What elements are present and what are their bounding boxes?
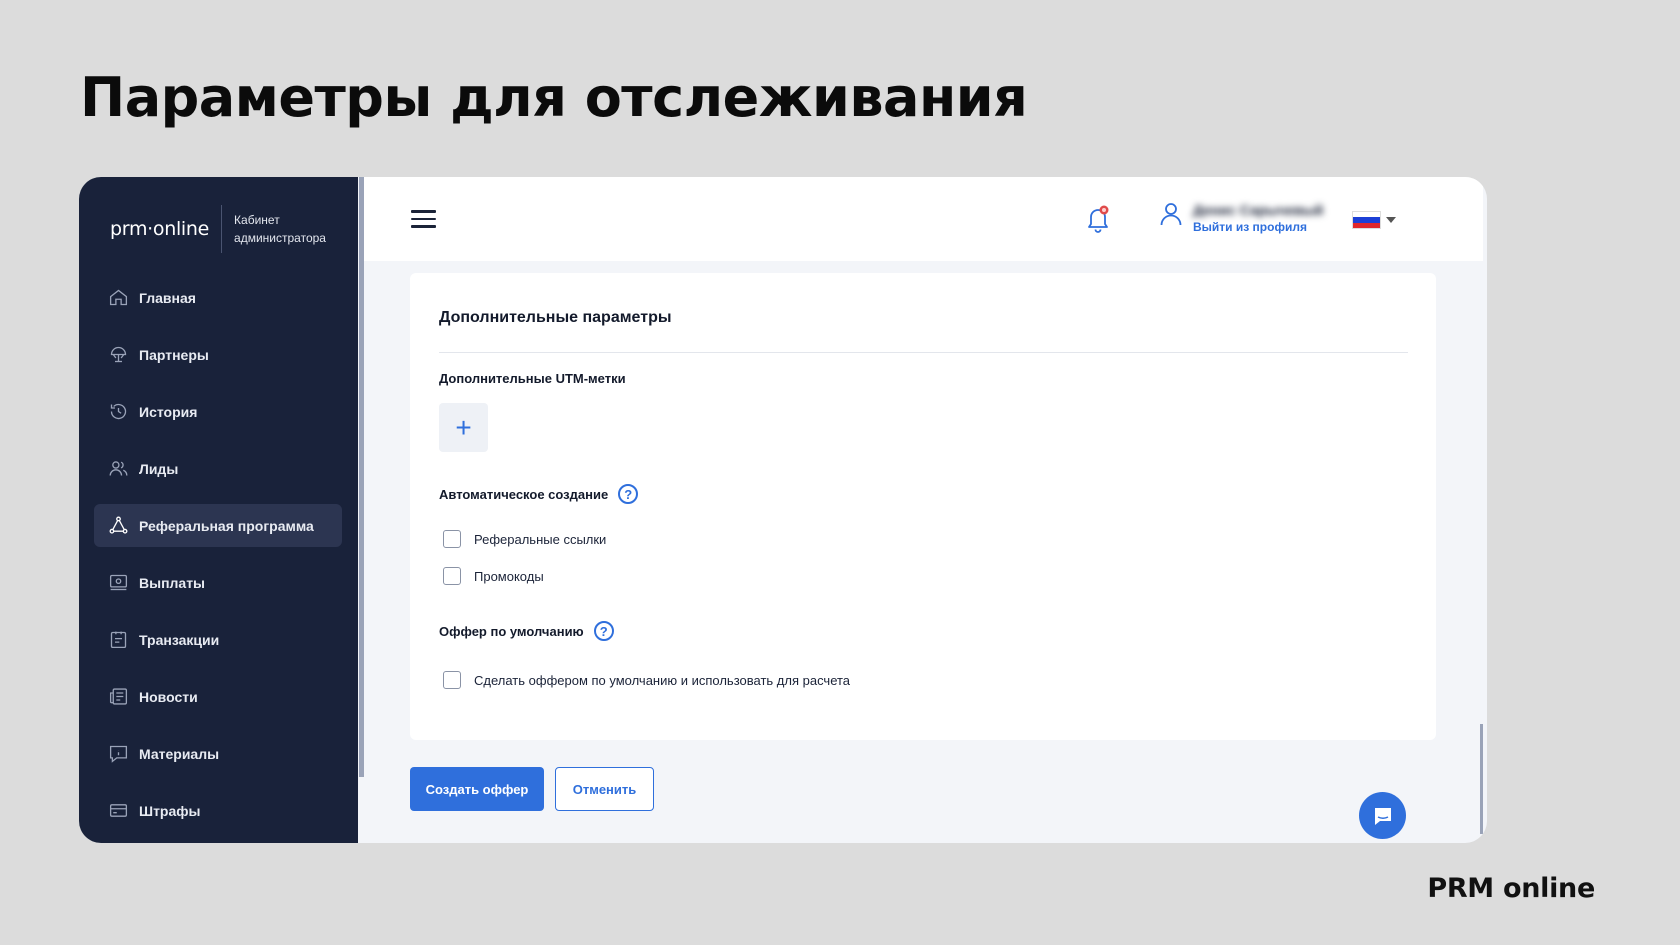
additional-params-card: Дополнительные параметры Дополнительные … xyxy=(410,273,1436,740)
sidebar-item-partners[interactable]: Партнеры xyxy=(94,333,342,376)
sidebar-item-label: Выплаты xyxy=(139,574,206,591)
partners-icon xyxy=(107,344,129,366)
divider xyxy=(439,352,1408,353)
chevron-down-icon xyxy=(1386,217,1396,223)
sidebar-item-leads[interactable]: Лиды xyxy=(94,447,342,490)
auto-create-label-text: Автоматическое создание xyxy=(439,486,609,502)
utm-label: Дополнительные UTM-метки xyxy=(439,371,626,386)
main-content: Денис Сарычевый Выйти из профиля Дополни… xyxy=(358,177,1487,843)
sidebar-item-home[interactable]: Главная xyxy=(94,276,342,319)
checkbox-promocodes[interactable]: Промокоды xyxy=(443,567,544,585)
sidebar-item-label: Партнеры xyxy=(139,346,209,363)
create-offer-button[interactable]: Создать оффер xyxy=(410,767,544,811)
chat-button[interactable] xyxy=(1359,792,1406,839)
logo-subtitle: Кабинет администратора xyxy=(234,213,326,245)
utm-label-text: Дополнительные UTM-метки xyxy=(439,371,626,386)
cancel-button[interactable]: Отменить xyxy=(555,767,654,811)
menu-icon[interactable] xyxy=(411,210,436,228)
checkbox-label: Реферальные ссылки xyxy=(474,531,607,547)
user-icon xyxy=(1159,201,1183,232)
auto-create-label: Автоматическое создание ? xyxy=(439,484,639,504)
plus-icon: + xyxy=(455,411,472,443)
sidebar-item-label: Новости xyxy=(139,688,198,705)
sidebar-item-referral[interactable]: Реферальная программа xyxy=(94,504,342,547)
checkbox-referral-links[interactable]: Реферальные ссылки xyxy=(443,530,606,548)
help-icon[interactable]: ? xyxy=(593,621,614,641)
russia-flag-icon xyxy=(1352,211,1381,229)
sidebar-item-payouts[interactable]: Выплаты xyxy=(94,561,342,604)
users-icon xyxy=(107,458,129,480)
home-icon xyxy=(107,287,129,309)
sidebar-nav: Главная Партнеры История Лиды Реферальна… xyxy=(94,276,342,843)
sidebar-item-news[interactable]: Новости xyxy=(94,675,342,718)
sidebar-item-label: История xyxy=(139,403,198,420)
logo-text: prm·online xyxy=(110,205,223,253)
checkbox[interactable] xyxy=(443,567,461,585)
transactions-icon xyxy=(107,629,129,651)
sidebar-item-label: Штрафы xyxy=(139,802,201,819)
materials-icon xyxy=(107,743,129,765)
sidebar-logo[interactable]: prm·online Кабинет администратора xyxy=(110,205,344,253)
slide-title: Параметры для отслеживания xyxy=(80,66,1028,129)
referral-icon xyxy=(107,515,129,537)
sidebar-item-materials[interactable]: Материалы xyxy=(94,732,342,775)
card-title: Дополнительные параметры xyxy=(439,309,672,326)
user-profile[interactable]: Денис Сарычевый Выйти из профиля xyxy=(1159,201,1323,234)
logout-link[interactable]: Выйти из профиля xyxy=(1193,220,1323,234)
default-offer-label: Оффер по умолчанию ? xyxy=(439,621,614,641)
sidebar-item-label: Материалы xyxy=(139,745,220,762)
topbar: Денис Сарычевый Выйти из профиля xyxy=(364,177,1483,261)
sidebar-item-label: Реферальная программа xyxy=(139,517,314,534)
help-icon[interactable]: ? xyxy=(618,484,639,504)
chat-icon xyxy=(1374,807,1391,825)
user-name: Денис Сарычевый xyxy=(1193,202,1324,218)
sidebar-item-label: Транзакции xyxy=(139,631,220,648)
bell-icon[interactable] xyxy=(1085,205,1111,233)
checkbox[interactable] xyxy=(443,530,461,548)
payouts-icon xyxy=(107,572,129,594)
footer-brand: PRM online xyxy=(1427,873,1595,904)
sidebar-item-history[interactable]: История xyxy=(94,390,342,433)
checkbox[interactable] xyxy=(443,671,461,689)
sidebar-item-label: Лиды xyxy=(139,460,179,477)
sidebar: prm·online Кабинет администратора Главна… xyxy=(79,177,364,843)
news-icon xyxy=(107,686,129,708)
fines-icon xyxy=(107,800,129,822)
language-selector[interactable] xyxy=(1352,211,1396,229)
add-utm-button[interactable]: + xyxy=(439,403,488,452)
app-window: prm·online Кабинет администратора Главна… xyxy=(79,177,1487,843)
sidebar-item-fines[interactable]: Штрафы xyxy=(94,789,342,832)
checkbox-label: Промокоды xyxy=(474,568,544,584)
checkbox-label: Сделать оффером по умолчанию и использов… xyxy=(474,672,851,688)
sidebar-item-label: Главная xyxy=(139,289,196,306)
history-icon xyxy=(107,401,129,423)
default-offer-label-text: Оффер по умолчанию xyxy=(439,623,584,639)
main-scrollbar[interactable] xyxy=(1480,724,1483,834)
checkbox-default-offer[interactable]: Сделать оффером по умолчанию и использов… xyxy=(443,671,850,689)
sidebar-item-transactions[interactable]: Транзакции xyxy=(94,618,342,661)
